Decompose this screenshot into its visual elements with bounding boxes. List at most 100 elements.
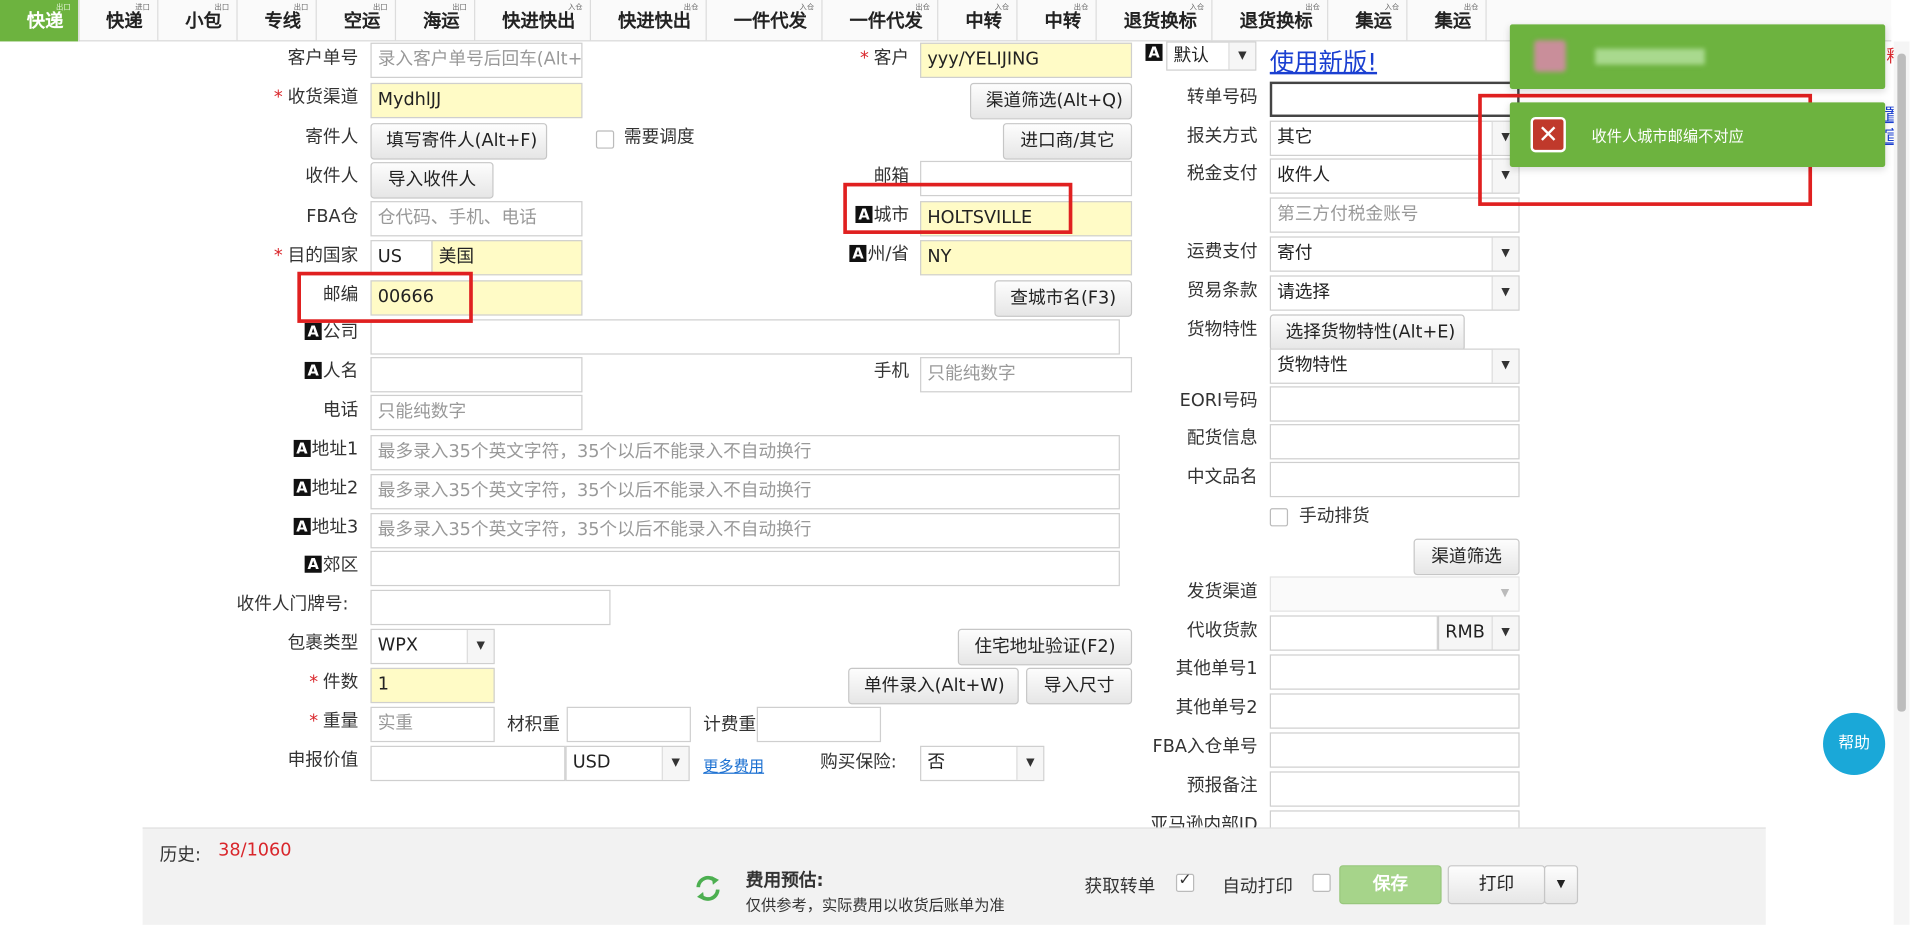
print-button[interactable]: 打印: [1447, 865, 1546, 905]
dropdown-arrow-icon: ▼: [1016, 747, 1044, 780]
address3-input[interactable]: 最多录入35个英文字符，35个以后不能录入不自动换行: [370, 513, 1120, 549]
tab-2[interactable]: 快递 进口: [79, 0, 159, 42]
state-input[interactable]: NY: [920, 240, 1133, 276]
error-toast[interactable]: ✕ 收件人城市邮编不对应: [1509, 102, 1886, 167]
receiver-label: 收件人: [305, 166, 359, 187]
insurance-select[interactable]: 否 ▼: [920, 745, 1045, 782]
fba-inbound-input[interactable]: [1269, 732, 1520, 768]
importer-button[interactable]: 进口商/其它: [1002, 123, 1133, 160]
weight-label: * 重量: [309, 711, 359, 732]
dispatch-checkbox[interactable]: [595, 130, 615, 149]
default-select[interactable]: 默认 ▼: [1166, 41, 1257, 71]
tab-sub-label: 出口: [452, 3, 467, 13]
more-fees-link[interactable]: 更多费用: [703, 754, 764, 778]
pre-note-input[interactable]: [1269, 771, 1520, 807]
person-input[interactable]: [370, 357, 583, 393]
footer-bar: 历史: 38/1060 费用预估: 仅供参考，实际费用以收货后账单为准 获取转单…: [142, 827, 1766, 925]
tab-13[interactable]: 退货换标 入仓: [1097, 0, 1213, 42]
import-size-button[interactable]: 导入尺寸: [1026, 667, 1133, 705]
eori-input[interactable]: [1269, 386, 1520, 422]
select-goods-feature-button[interactable]: 选择货物特性(Alt+E): [1269, 314, 1465, 351]
pieces-label: * 件数: [309, 672, 359, 693]
get-transfer-checkbox[interactable]: [1175, 871, 1195, 893]
error-close-icon[interactable]: ✕: [1530, 116, 1566, 153]
actual-weight-input[interactable]: 实重: [370, 706, 495, 743]
tab-sub-label: 出口: [56, 3, 71, 13]
tab-8[interactable]: 快进快出 出仓: [591, 0, 707, 42]
channel-input[interactable]: MydhlJJ: [370, 82, 583, 119]
fill-sender-button[interactable]: 填写寄件人(Alt+F): [370, 123, 548, 160]
channel-label: * 收货渠道: [273, 87, 359, 108]
tab-16[interactable]: 集运 出仓: [1408, 0, 1487, 42]
other-no2-label: 其他单号2: [1175, 698, 1258, 718]
declared-value-input[interactable]: [370, 745, 566, 782]
tab-10[interactable]: 一件代发 出仓: [823, 0, 939, 42]
volume-weight-input[interactable]: [566, 706, 691, 743]
phone-label: 电话: [322, 400, 359, 421]
auto-print-checkbox[interactable]: [1312, 873, 1331, 893]
dropdown-arrow-icon: ▼: [1491, 237, 1519, 271]
tab-sub-label: 出口: [372, 3, 388, 13]
cn-name-input[interactable]: [1269, 461, 1520, 498]
freight-pay-label: 运费支付: [1186, 242, 1258, 262]
tab-6[interactable]: 海运 出口: [396, 0, 476, 42]
tab-9[interactable]: 一件代发 入仓: [707, 0, 823, 42]
mobile-input[interactable]: 只能纯数字: [920, 357, 1133, 393]
tab-14[interactable]: 退货换标 出仓: [1213, 0, 1329, 42]
tab-3[interactable]: 小包 出口: [158, 0, 238, 42]
refresh-icon[interactable]: [692, 873, 724, 905]
manual-sort-checkbox[interactable]: [1269, 508, 1289, 527]
city-lookup-button[interactable]: 查城市名(F3): [994, 280, 1133, 317]
fee-estimate-title: 费用预估:: [745, 871, 824, 891]
company-input[interactable]: [370, 319, 1120, 355]
other-no1-input[interactable]: [1269, 654, 1520, 690]
pieces-input[interactable]: 1: [370, 667, 495, 704]
residential-verify-button[interactable]: 住宅地址验证(F2): [957, 628, 1133, 666]
save-button[interactable]: 保存: [1339, 865, 1442, 905]
suburb-input[interactable]: [370, 550, 1120, 587]
dropdown-arrow-icon: ▼: [466, 630, 494, 663]
distribution-input[interactable]: [1269, 424, 1520, 460]
tab-1[interactable]: 快递 出口: [0, 0, 80, 42]
tab-5[interactable]: 空运 出口: [317, 0, 397, 42]
channel-filter-button[interactable]: 渠道筛选(Alt+Q): [970, 82, 1133, 120]
tab-15[interactable]: 集运 入仓: [1329, 0, 1408, 42]
package-type-select[interactable]: WPX ▼: [370, 628, 495, 665]
cod-input[interactable]: [1269, 615, 1438, 651]
import-receiver-button[interactable]: 导入收件人: [370, 162, 494, 199]
dest-country-code-input[interactable]: US: [370, 240, 433, 276]
cod-currency-select[interactable]: RMB ▼: [1437, 615, 1520, 651]
dest-country-name-input[interactable]: 美国: [431, 240, 583, 276]
trade-terms-label: 贸易条款: [1186, 281, 1258, 301]
help-button[interactable]: 帮助: [1823, 712, 1886, 776]
fba-input[interactable]: 仓代码、手机、电话: [370, 201, 583, 237]
address1-input[interactable]: 最多录入35个英文字符，35个以后不能录入不自动换行: [370, 435, 1120, 471]
tab-12[interactable]: 中转 出仓: [1018, 0, 1097, 42]
tab-7[interactable]: 快进快出 入仓: [475, 0, 592, 42]
other-no2-input[interactable]: [1269, 693, 1520, 729]
scrollbar-thumb[interactable]: [1897, 53, 1906, 712]
print-dropdown-icon[interactable]: ▼: [1543, 865, 1579, 905]
scrollbar[interactable]: [1893, 41, 1910, 925]
tab-11[interactable]: 中转 入仓: [939, 0, 1018, 42]
single-entry-button[interactable]: 单件录入(Alt+W): [848, 667, 1019, 705]
new-version-link[interactable]: 使用新版!: [1270, 43, 1377, 78]
company-label: A 公司: [244, 320, 358, 344]
city-highlight-box: [843, 182, 1073, 234]
door-number-input[interactable]: [370, 589, 611, 626]
tab-label: 退货换标: [1239, 9, 1313, 32]
trade-terms-select[interactable]: 请选择 ▼: [1269, 275, 1520, 311]
send-channel-select[interactable]: ▼: [1269, 576, 1520, 612]
phone-input[interactable]: 只能纯数字: [370, 394, 583, 431]
goods-feature-select[interactable]: 货物特性 ▼: [1269, 348, 1520, 384]
a-badge-icon: A: [1145, 41, 1163, 63]
tab-4[interactable]: 专线 出口: [238, 0, 317, 42]
channel-filter-button-2[interactable]: 渠道筛选: [1413, 538, 1520, 576]
freight-pay-select[interactable]: 寄付 ▼: [1269, 236, 1520, 272]
customer-input[interactable]: yyy/YELIJING: [920, 42, 1133, 78]
currency-select[interactable]: USD ▼: [565, 745, 690, 782]
address2-input[interactable]: 最多录入35个英文字符，35个以后不能录入不自动换行: [370, 474, 1120, 510]
charge-weight-input[interactable]: [756, 706, 882, 743]
customer-no-input[interactable]: 录入客户单号后回车(Alt+: [370, 42, 583, 78]
history-value[interactable]: 38/1060: [218, 841, 291, 860]
